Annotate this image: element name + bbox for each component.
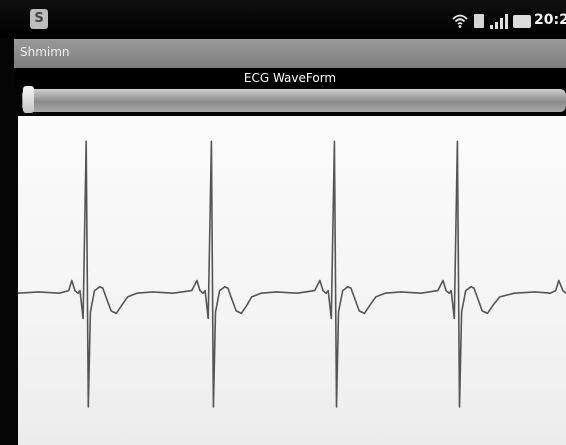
status-bar: S 20:20 bbox=[0, 0, 566, 38]
app-screen: S 20:20 Shmimn ECG WaveForm bbox=[0, 0, 566, 445]
battery-icon bbox=[513, 15, 531, 28]
sim-card-icon bbox=[474, 14, 484, 28]
app-notification-icon[interactable]: S bbox=[30, 9, 48, 29]
status-time: 20:20 bbox=[534, 12, 566, 28]
signal-icon bbox=[490, 14, 510, 29]
app-title-bar: Shmimn bbox=[14, 39, 566, 68]
ecg-series-line bbox=[18, 140, 566, 408]
chart-header: ECG WaveForm bbox=[14, 68, 566, 88]
scroll-slider[interactable] bbox=[22, 89, 566, 112]
slider-thumb[interactable] bbox=[23, 86, 34, 113]
wifi-icon bbox=[452, 14, 468, 28]
ecg-plot-area bbox=[18, 116, 566, 445]
chart-title: ECG WaveForm bbox=[243, 71, 337, 85]
ecg-chart bbox=[18, 140, 566, 408]
app-title: Shmimn bbox=[20, 45, 70, 59]
